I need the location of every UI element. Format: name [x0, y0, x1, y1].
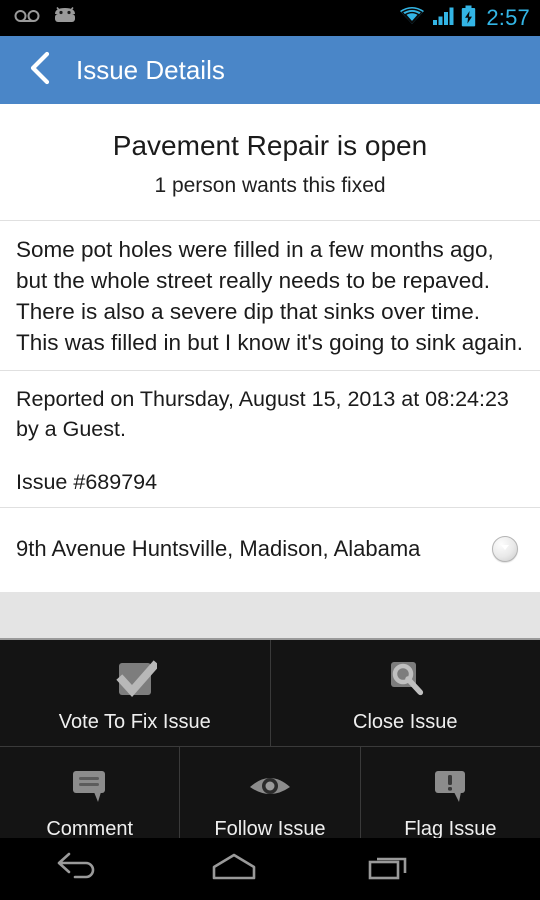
- nav-home-button[interactable]: [156, 838, 312, 900]
- status-bar-left-icons: [14, 6, 78, 31]
- back-button[interactable]: [18, 48, 62, 92]
- action-label: Vote To Fix Issue: [58, 711, 211, 733]
- recent-apps-icon: [366, 852, 414, 887]
- chevron-left-icon: [28, 51, 52, 90]
- close-issue-button[interactable]: Close Issue: [269, 640, 540, 746]
- android-icon: [52, 6, 78, 31]
- checkbox-check-icon: [113, 656, 157, 702]
- status-bar-right-icons: 2:57: [399, 5, 530, 32]
- back-arrow-icon: [55, 852, 101, 887]
- eye-icon: [246, 763, 294, 809]
- map-placeholder-band: [0, 592, 540, 640]
- issue-description-section: Some pot holes were filled in a few mont…: [0, 221, 540, 370]
- issue-reported-info: Reported on Thursday, August 15, 2013 at…: [16, 387, 509, 441]
- issue-actions-panel: Vote To Fix Issue Close Issue Comment Fo…: [0, 640, 540, 853]
- issue-description: Some pot holes were filled in a few mont…: [16, 237, 524, 355]
- issue-detail-content: Pavement Repair is open 1 person wants t…: [0, 104, 540, 640]
- speech-bubble-icon: [68, 763, 112, 809]
- wifi-icon: [399, 6, 425, 31]
- nav-back-button[interactable]: [0, 838, 156, 900]
- issue-summary: Pavement Repair is open 1 person wants t…: [0, 104, 540, 220]
- action-label: Close Issue: [353, 711, 458, 733]
- status-bar-clock: 2:57: [486, 5, 530, 30]
- chevron-down-circle-icon: [498, 540, 512, 559]
- issue-address-row[interactable]: 9th Avenue Huntsville, Madison, Alabama: [0, 508, 540, 592]
- alert-bubble-icon: [428, 763, 472, 809]
- nav-overflow-button[interactable]: [468, 838, 540, 900]
- action-row-secondary: Comment Follow Issue Flag Issue: [0, 746, 540, 853]
- issue-title: Pavement Repair is open: [112, 130, 428, 161]
- issue-meta-section: Reported on Thursday, August 15, 2013 at…: [0, 371, 540, 507]
- action-row-primary: Vote To Fix Issue Close Issue: [0, 640, 540, 746]
- app-screen: 2:57 Issue Details Pavement Repair is op…: [0, 0, 540, 900]
- battery-charging-icon: [461, 5, 476, 32]
- issue-vote-count: 1 person wants this fixed: [154, 174, 386, 197]
- status-bar: 2:57: [0, 0, 540, 36]
- system-navigation-bar: [0, 838, 540, 900]
- voicemail-icon: [14, 8, 40, 29]
- expand-map-button[interactable]: [492, 536, 518, 562]
- home-icon: [209, 852, 259, 887]
- issue-address: 9th Avenue Huntsville, Madison, Alabama: [16, 536, 421, 561]
- page-title: Issue Details: [76, 54, 225, 85]
- nav-recents-button[interactable]: [312, 838, 468, 900]
- wrench-icon: [383, 656, 427, 702]
- action-bar: Issue Details: [0, 36, 540, 104]
- vote-to-fix-issue-button[interactable]: Vote To Fix Issue: [0, 640, 270, 746]
- issue-number: Issue #689794: [16, 470, 158, 494]
- cellular-signal-icon: [432, 6, 454, 31]
